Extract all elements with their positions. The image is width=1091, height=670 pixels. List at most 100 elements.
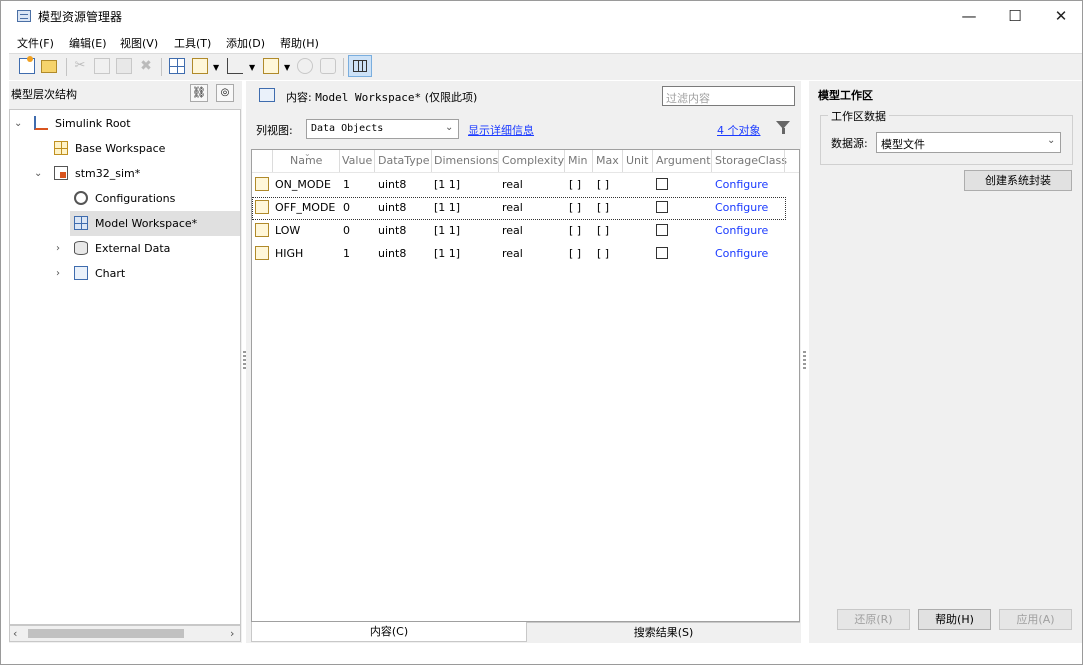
chevron-right-icon[interactable]: › [56, 261, 60, 286]
column-header-datatype[interactable]: DataType [378, 154, 430, 167]
cell-dimensions[interactable]: [1 1] [434, 178, 460, 191]
splitter-handle[interactable] [803, 351, 806, 371]
cell-name[interactable]: HIGH [275, 247, 303, 260]
cell-complexity[interactable]: real [502, 178, 523, 191]
create-mask-button[interactable]: 创建系统封装 [964, 170, 1072, 191]
column-header-min[interactable]: Min [568, 154, 588, 167]
menu-edit[interactable]: 编辑(E) [69, 35, 107, 51]
menu-add[interactable]: 添加(D) [226, 35, 265, 51]
filter-input[interactable]: 过滤内容 [662, 86, 795, 106]
paste-icon[interactable] [116, 58, 132, 74]
chevron-right-icon[interactable]: › [230, 627, 234, 640]
column-header-dimensions[interactable]: Dimensions [434, 154, 498, 167]
chevron-left-icon[interactable]: ‹ [13, 627, 17, 640]
tree-item-configurations[interactable]: Configurations [10, 186, 240, 211]
table-row[interactable]: OFF_MODE 0 uint8 [1 1] real [ ] [ ] Conf… [252, 197, 786, 220]
chevron-down-icon[interactable]: ⌄ [34, 161, 42, 186]
plot-icon[interactable] [227, 58, 243, 74]
cell-value[interactable]: 0 [343, 201, 350, 214]
tree-item-external-data[interactable]: › External Data [10, 236, 240, 261]
argument-checkbox[interactable] [656, 224, 668, 236]
cell-datatype[interactable]: uint8 [378, 201, 406, 214]
column-header-value[interactable]: Value [342, 154, 372, 167]
configure-link[interactable]: Configure [715, 224, 768, 237]
delete-icon[interactable]: ✖ [138, 58, 154, 74]
cell-complexity[interactable]: real [502, 201, 523, 214]
menu-view[interactable]: 视图(V) [120, 35, 158, 51]
cell-datatype[interactable]: uint8 [378, 224, 406, 237]
configure-link[interactable]: Configure [715, 178, 768, 191]
column-header-storageclass[interactable]: StorageClass [715, 154, 787, 167]
apply-button[interactable]: 应用(A) [999, 609, 1072, 630]
tree-item-simulink-root[interactable]: ⌄ Simulink Root [10, 111, 240, 136]
cell-value[interactable]: 0 [343, 224, 350, 237]
cell-min[interactable]: [ ] [569, 178, 581, 191]
link-icon[interactable] [297, 58, 313, 74]
column-view-toggle[interactable] [348, 55, 372, 77]
close-button[interactable]: ✕ [1038, 4, 1082, 28]
show-details-link[interactable]: 显示详细信息 [468, 122, 534, 138]
chevron-down-icon[interactable]: ⌄ [14, 111, 22, 136]
cell-dimensions[interactable]: [1 1] [434, 201, 460, 214]
tree-item-chart[interactable]: › Chart [10, 261, 240, 286]
argument-checkbox[interactable] [656, 247, 668, 259]
maximize-button[interactable]: ☐ [992, 4, 1038, 28]
scrollbar-thumb[interactable] [28, 629, 184, 638]
tree-item-stm32-sim[interactable]: ⌄ stm32_sim* [10, 161, 240, 186]
column-header-name[interactable]: Name [290, 154, 322, 167]
open-folder-icon[interactable] [41, 60, 57, 73]
menu-tools[interactable]: 工具(T) [174, 35, 211, 51]
tab-contents[interactable]: 内容(C) [251, 622, 527, 642]
column-view-select[interactable]: Data Objects ⌄ [306, 119, 459, 139]
column-header-argument[interactable]: Argument [656, 154, 711, 167]
cell-max[interactable]: [ ] [597, 201, 609, 214]
object-count-link[interactable]: 4 个对象 [717, 122, 761, 138]
tree-item-model-workspace[interactable]: Model Workspace* [70, 211, 240, 236]
cell-dimensions[interactable]: [1 1] [434, 247, 460, 260]
minimize-button[interactable]: — [946, 4, 992, 28]
cell-max[interactable]: [ ] [597, 178, 609, 191]
configure-link[interactable]: Configure [715, 201, 768, 214]
cell-dimensions[interactable]: [1 1] [434, 224, 460, 237]
argument-checkbox[interactable] [656, 178, 668, 190]
add-parameter-icon[interactable] [192, 58, 208, 74]
column-header-unit[interactable]: Unit [626, 154, 648, 167]
cell-max[interactable]: [ ] [597, 224, 609, 237]
cell-name[interactable]: LOW [275, 224, 300, 237]
table-row[interactable]: LOW 0 uint8 [1 1] real [ ] [ ] Configure [252, 220, 799, 243]
link-icon[interactable]: ⛓ [190, 84, 208, 102]
copy-icon[interactable] [94, 58, 110, 74]
chevron-down-icon[interactable]: ▼ [213, 63, 219, 72]
cell-min[interactable]: [ ] [569, 247, 581, 260]
cell-max[interactable]: [ ] [597, 247, 609, 260]
cell-datatype[interactable]: uint8 [378, 178, 406, 191]
cut-icon[interactable]: ✂ [72, 58, 88, 74]
cell-name[interactable]: ON_MODE [275, 178, 331, 191]
horizontal-scrollbar[interactable]: ‹ › [9, 625, 241, 642]
chevron-down-icon[interactable]: ▼ [284, 63, 290, 72]
table-row[interactable]: HIGH 1 uint8 [1 1] real [ ] [ ] Configur… [252, 243, 799, 266]
data-source-select[interactable]: 模型文件 ⌄ [876, 132, 1061, 153]
column-header-max[interactable]: Max [596, 154, 619, 167]
new-icon[interactable] [19, 56, 35, 74]
menu-help[interactable]: 帮助(H) [280, 35, 319, 51]
settings-icon[interactable] [320, 58, 336, 74]
column-header-complexity[interactable]: Complexity [502, 154, 564, 167]
filter-icon[interactable] [776, 121, 790, 139]
cell-min[interactable]: [ ] [569, 224, 581, 237]
glasses-icon[interactable]: ◎ [216, 84, 234, 102]
argument-checkbox[interactable] [656, 201, 668, 213]
menu-file[interactable]: 文件(F) [17, 35, 54, 51]
help-button[interactable]: 帮助(H) [918, 609, 991, 630]
cell-value[interactable]: 1 [343, 247, 350, 260]
cell-complexity[interactable]: real [502, 247, 523, 260]
configure-link[interactable]: Configure [715, 247, 768, 260]
chevron-down-icon[interactable]: ▼ [249, 63, 255, 72]
tab-search-results[interactable]: 搜索结果(S) [527, 622, 800, 642]
revert-button[interactable]: 还原(R) [837, 609, 910, 630]
add-bus-icon[interactable] [263, 58, 279, 74]
chevron-right-icon[interactable]: › [56, 236, 60, 261]
grid-icon[interactable] [169, 58, 185, 74]
cell-complexity[interactable]: real [502, 224, 523, 237]
cell-value[interactable]: 1 [343, 178, 350, 191]
